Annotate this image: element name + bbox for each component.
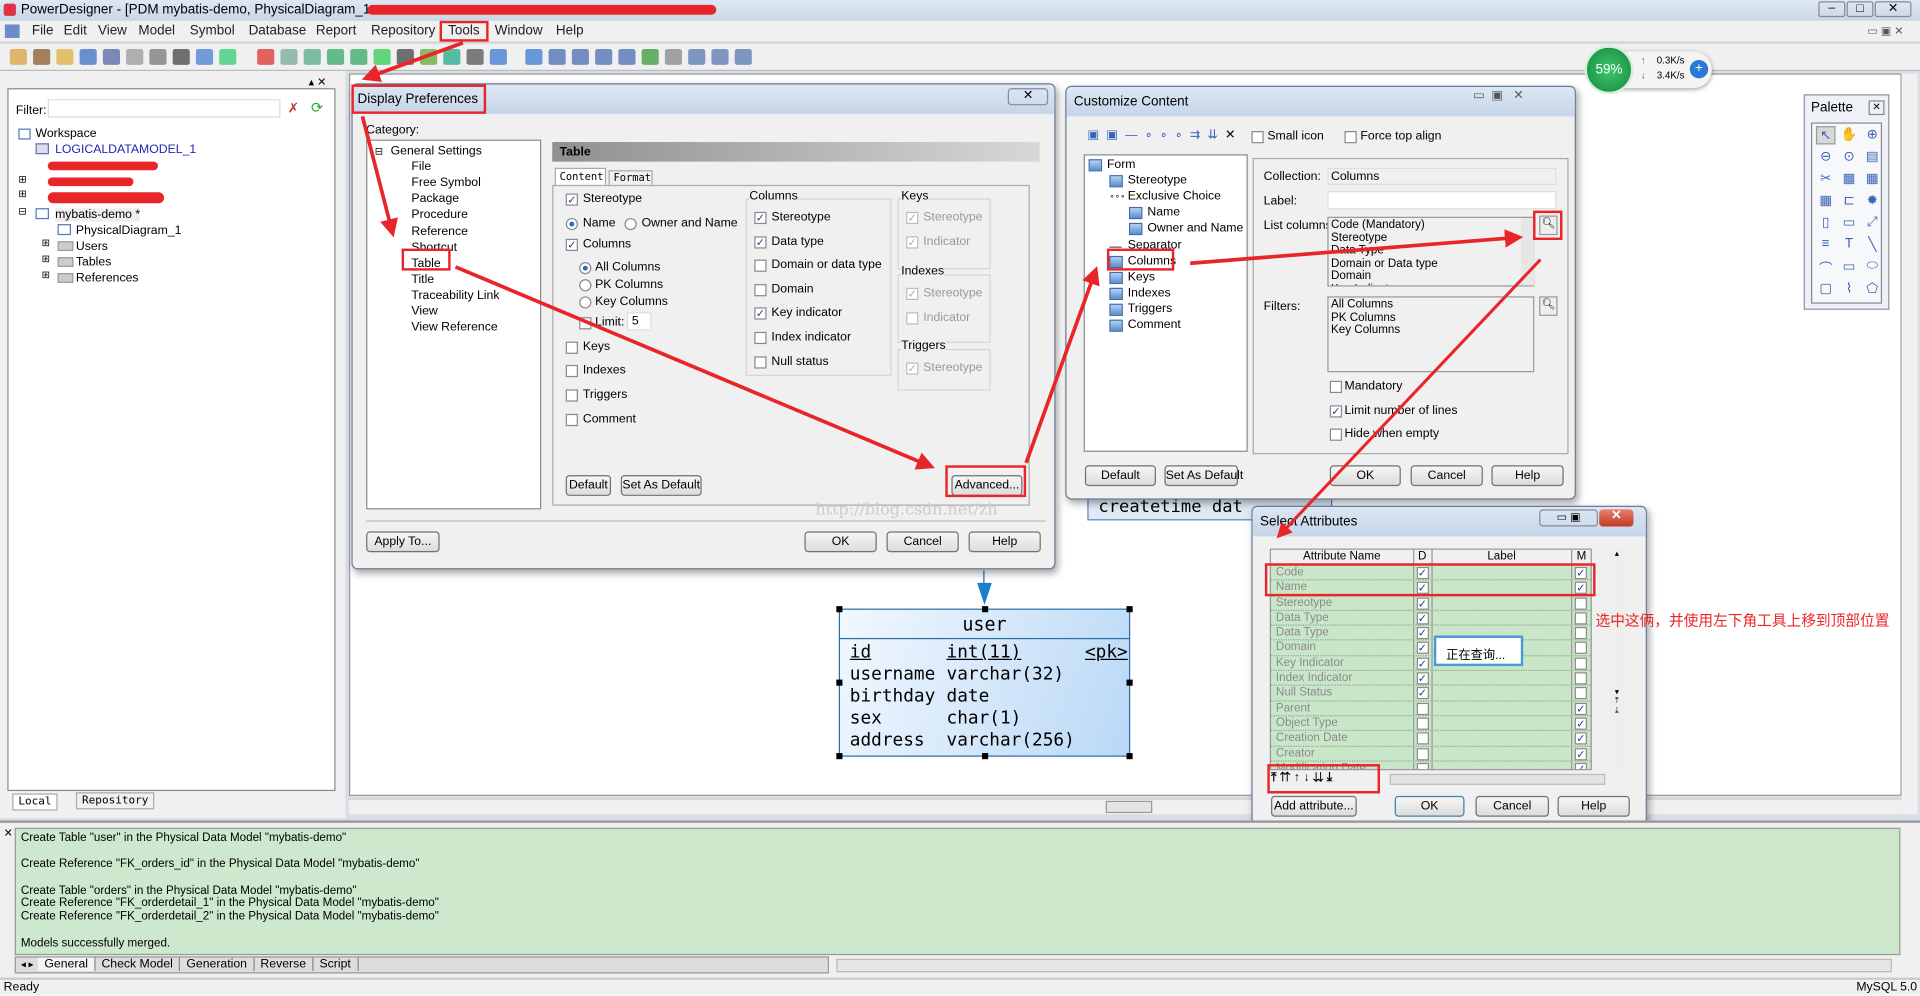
log-line: Create Reference "FK_orderdetail_2" in t… [20,909,439,924]
arrow-to-table [360,115,398,238]
log-line: Create Table "user" in the Physical Data… [20,831,347,845]
output-tab-reverse[interactable]: Reverse [254,957,314,972]
tab-scroll-arrows[interactable]: ◂ ▸ [16,959,38,970]
output-tab-script[interactable]: Script [313,957,359,972]
arrow-to-advanced [454,265,935,470]
output-tabs: ◂ ▸ General Check Model Generation Reverse Sc… [14,956,829,974]
status-text: Ready [3,980,40,995]
log-line: Models successfully merged. [20,936,171,950]
arrow-tools-to-dialog [361,41,464,83]
arrow-to-list-columns [1190,229,1524,266]
log-line: Create Reference "FK_orders_id" in the P… [20,857,420,872]
output-tab-check-model[interactable]: Check Model [95,957,181,972]
dbms-indicator: MySQL 5.0 [1856,980,1918,995]
output-tab-general[interactable]: General [38,957,96,972]
output-log: Create Table "user" in the Physical Data… [14,827,1901,956]
arrow-to-columns [1024,266,1100,464]
output-close-icon[interactable]: ✕ [4,827,13,840]
output-pane: ✕ Create Table "user" in the Physical Da… [0,820,1920,978]
arrow-to-select-attributes [1276,258,1542,539]
powerdesigner-window: PowerDesigner - [PDM mybatis-demo, Physi… [0,0,1920,996]
status-bar: Ready MySQL 5.0 [0,978,1920,996]
output-horizontal-scrollbar[interactable] [836,958,1892,973]
output-tab-generation[interactable]: Generation [180,957,255,972]
